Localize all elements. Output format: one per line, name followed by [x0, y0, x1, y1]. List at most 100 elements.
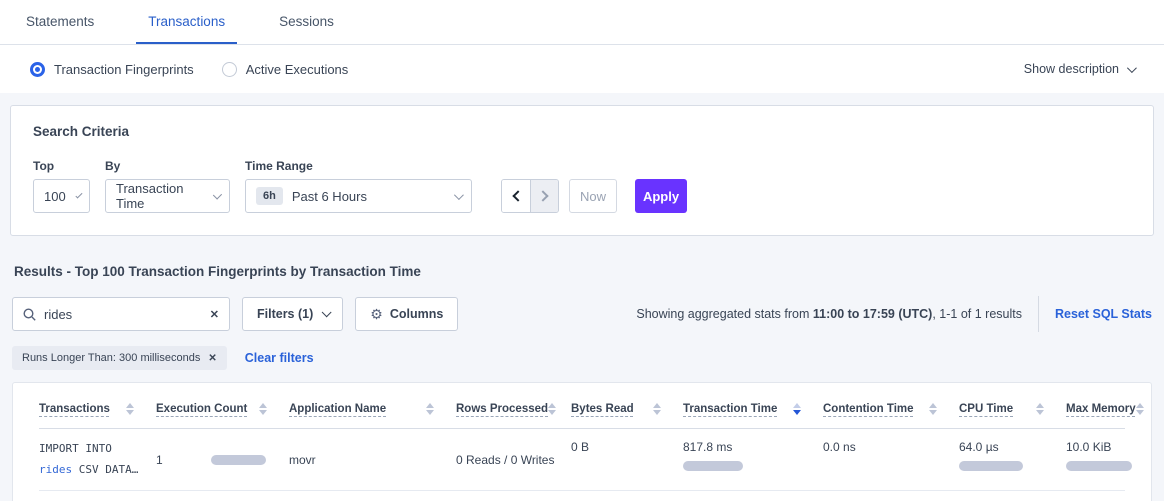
transaction-statement-line1: IMPORT INTO [39, 439, 138, 459]
column-header-max-memory[interactable]: Max Memory [1066, 403, 1164, 415]
table-row[interactable]: IMPORT INTO rides CSV DATA… 1 movr 0 Rea… [39, 429, 1125, 491]
radio-unselected-icon [222, 62, 237, 77]
now-button[interactable]: Now [569, 179, 617, 213]
divider [1038, 296, 1039, 332]
top-select[interactable]: 100 [33, 179, 90, 213]
contention-time-cell: 0.0 ns [823, 429, 959, 490]
sort-icon[interactable] [259, 403, 267, 415]
transaction-fingerprint-cell[interactable]: IMPORT INTO rides CSV DATA… [39, 429, 156, 490]
filters-button-label: Filters (1) [257, 307, 313, 321]
top-field: Top 100 [33, 159, 90, 213]
sort-icon[interactable] [426, 403, 434, 415]
show-description-label: Show description [1024, 62, 1119, 76]
view-toggle-row: Transaction Fingerprints Active Executio… [0, 45, 1164, 93]
column-header-label: Application Name [289, 403, 386, 415]
sort-icon[interactable] [126, 403, 134, 415]
radio-active-executions[interactable]: Active Executions [222, 62, 349, 77]
column-header-contention-time[interactable]: Contention Time [823, 403, 959, 415]
column-header-execution-count[interactable]: Execution Count [156, 403, 289, 415]
column-header-label: Bytes Read [571, 403, 634, 415]
columns-button-label: Columns [390, 307, 443, 321]
column-header-rows-processed[interactable]: Rows Processed [456, 403, 571, 415]
top-label: Top [33, 159, 90, 173]
reset-sql-stats-link[interactable]: Reset SQL Stats [1055, 307, 1152, 321]
by-label: By [105, 159, 230, 173]
top-select-value: 100 [44, 189, 66, 204]
apply-button[interactable]: Apply [635, 179, 687, 213]
filters-button[interactable]: Filters (1) [242, 297, 343, 331]
column-header-application-name[interactable]: Application Name [289, 403, 456, 415]
show-description-toggle[interactable]: Show description [1024, 62, 1134, 76]
column-header-label: Execution Count [156, 403, 247, 415]
clear-search-icon[interactable]: ✕ [210, 308, 219, 321]
search-input[interactable] [44, 307, 210, 322]
sort-icon[interactable] [548, 403, 556, 415]
sort-icon[interactable] [929, 403, 937, 415]
search-criteria-card: Search Criteria Top 100 By Transaction T… [10, 105, 1154, 236]
column-header-label: Transactions [39, 403, 110, 415]
chevron-down-icon [322, 307, 332, 317]
column-header-label: CPU Time [959, 403, 1013, 415]
tab-transactions[interactable]: Transactions [136, 0, 237, 44]
radio-label: Transaction Fingerprints [54, 62, 194, 77]
tab-sessions[interactable]: Sessions [267, 0, 346, 44]
cpu-time-cell: 64.0 µs [959, 429, 1066, 490]
table-header-row: Transactions Execution Count Application N… [39, 389, 1125, 429]
by-select[interactable]: Transaction Time [105, 179, 230, 213]
by-field: By Transaction Time [105, 159, 230, 213]
search-box: ✕ [12, 297, 230, 331]
by-select-value: Transaction Time [116, 181, 203, 211]
column-header-transaction-time[interactable]: Transaction Time [683, 403, 823, 415]
execution-count-cell: 1 [156, 429, 289, 490]
bytes-read-cell: 0 B [571, 429, 683, 490]
sort-icon[interactable] [1136, 403, 1144, 415]
chevron-down-icon [75, 191, 82, 198]
time-range-label: Time Range [245, 159, 472, 173]
filter-chip: Runs Longer Than: 300 milliseconds ✕ [12, 346, 227, 370]
time-range-field: Time Range 6h Past 6 Hours [245, 159, 472, 213]
radio-transaction-fingerprints[interactable]: Transaction Fingerprints [30, 62, 194, 77]
time-window-nav [501, 179, 559, 213]
results-heading: Results - Top 100 Transaction Fingerprin… [14, 264, 1152, 279]
chevron-down-icon [1127, 63, 1137, 73]
rows-processed-cell: 0 Reads / 0 Writes [456, 429, 571, 490]
column-header-label: Contention Time [823, 403, 914, 415]
time-range-value: Past 6 Hours [292, 189, 367, 204]
time-range-badge: 6h [256, 187, 283, 205]
chevron-left-icon [512, 190, 523, 201]
column-header-bytes-read[interactable]: Bytes Read [571, 403, 683, 415]
sort-icon[interactable] [653, 403, 661, 415]
max-memory-cell: 10.0 KiB [1066, 429, 1132, 490]
table-name-link[interactable]: rides [39, 463, 72, 476]
next-time-window-button[interactable] [530, 180, 558, 212]
max-memory-bar [1066, 461, 1132, 471]
aggregated-stats-text: Showing aggregated stats from 11:00 to 1… [636, 307, 1022, 321]
transaction-time-bar [683, 461, 743, 471]
chevron-right-icon [537, 190, 548, 201]
radio-selected-icon [30, 62, 45, 77]
sort-icon[interactable] [1036, 403, 1044, 415]
chevron-down-icon [213, 190, 222, 199]
columns-button[interactable]: ⚙ Columns [355, 297, 458, 331]
radio-label: Active Executions [246, 62, 349, 77]
column-header-transactions[interactable]: Transactions [39, 403, 156, 415]
column-header-cpu-time[interactable]: CPU Time [959, 403, 1066, 415]
column-header-label: Rows Processed [456, 403, 548, 415]
clear-filters-link[interactable]: Clear filters [245, 351, 314, 365]
prev-time-window-button[interactable] [502, 180, 530, 212]
remove-filter-icon[interactable]: ✕ [208, 353, 216, 364]
chevron-down-icon [454, 190, 464, 200]
tab-statements[interactable]: Statements [14, 0, 106, 44]
time-range-select[interactable]: 6h Past 6 Hours [245, 179, 472, 213]
cpu-time-bar [959, 461, 1023, 471]
results-table: Transactions Execution Count Application N… [12, 382, 1152, 501]
gear-icon: ⚙ [370, 306, 383, 323]
sort-icon[interactable] [793, 403, 801, 415]
column-header-label: Max Memory [1066, 403, 1136, 415]
application-name-cell: movr [289, 429, 456, 490]
column-header-label: Transaction Time [683, 403, 777, 415]
top-tab-bar: Statements Transactions Sessions [0, 0, 1164, 45]
search-criteria-title: Search Criteria [33, 124, 1131, 139]
execution-count-bar [211, 455, 266, 465]
transaction-statement-line2: rides CSV DATA… [39, 460, 138, 480]
